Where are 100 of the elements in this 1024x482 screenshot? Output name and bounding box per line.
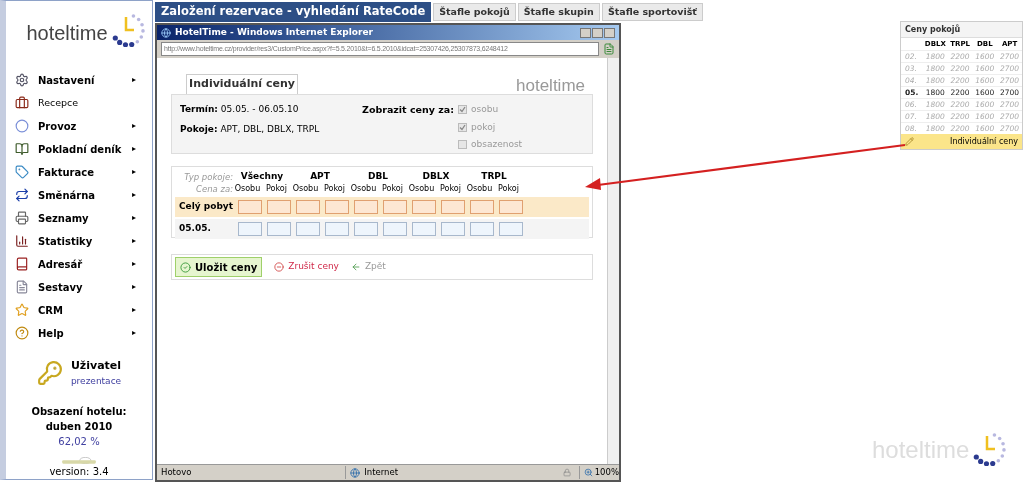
price-input[interactable] — [411, 222, 436, 236]
exchange-icon — [15, 188, 29, 202]
tab[interactable]: Štafle skupin — [517, 3, 600, 21]
menu-item[interactable]: Směnárna ▸ — [15, 186, 136, 204]
price-input[interactable] — [411, 200, 436, 214]
minimize-button[interactable] — [580, 27, 591, 38]
price-input[interactable] — [295, 222, 320, 236]
lock-icon — [562, 468, 571, 477]
help-icon — [15, 326, 29, 340]
section-tab[interactable]: Individuální ceny — [186, 74, 298, 94]
menu-item[interactable]: Nastavení ▸ — [15, 71, 136, 89]
tab[interactable]: Štafle pokojů — [433, 3, 516, 21]
checkbox-label: obsazenost — [471, 138, 523, 151]
price-input[interactable] — [266, 200, 291, 214]
price-input[interactable] — [469, 222, 494, 236]
occupancy-month: duben 2010 — [45, 420, 113, 434]
price-input[interactable] — [353, 222, 378, 236]
occupancy-title: Obsazení hotelu: — [31, 405, 127, 419]
cancel-button[interactable]: Zrušit ceny — [274, 260, 339, 274]
price-label: Cena za: — [195, 182, 233, 196]
price-input[interactable] — [237, 222, 262, 236]
book-icon — [15, 142, 29, 156]
zoom-icon — [583, 468, 593, 477]
price-input[interactable] — [498, 200, 523, 214]
menu-item[interactable]: Adresář ▸ — [15, 255, 136, 273]
ring-icon — [15, 119, 29, 133]
tag-icon — [15, 165, 29, 179]
document-icon — [15, 280, 29, 294]
maximize-button[interactable] — [592, 27, 603, 38]
minus-icon — [274, 262, 285, 272]
menu-item[interactable]: Statistiky ▸ — [15, 232, 136, 250]
price-input[interactable] — [382, 222, 407, 236]
individual-prices-button[interactable]: Individuální ceny — [901, 134, 1022, 149]
column-subheader: Osobu — [407, 183, 436, 195]
printer-icon — [15, 211, 29, 225]
globe-icon — [350, 467, 361, 478]
price-input[interactable] — [324, 222, 349, 236]
menu-item[interactable]: Fakturace ▸ — [15, 163, 136, 181]
close-button[interactable] — [604, 27, 615, 38]
price-input[interactable] — [353, 200, 378, 214]
price-input[interactable] — [295, 200, 320, 214]
menu-item[interactable]: CRM ▸ — [15, 301, 136, 319]
menu-item[interactable]: Help ▸ — [15, 324, 136, 342]
book-icon — [15, 257, 29, 271]
column-subheader: Pokoj — [265, 183, 288, 195]
price-input[interactable] — [324, 200, 349, 214]
rooms-text: Pokoje: APT, DBL, DBLX, TRPL — [180, 122, 321, 136]
row-label: Celý pobyt — [178, 200, 235, 214]
row-label: 05.05. — [178, 222, 212, 236]
gear-icon — [15, 73, 29, 87]
price-input[interactable] — [440, 222, 465, 236]
pencil-icon — [905, 137, 914, 146]
tab[interactable]: Štafle sportovišť — [601, 3, 703, 21]
price-input[interactable] — [498, 222, 523, 236]
tab[interactable]: Založení rezervace - vyhledání RateCode — [155, 2, 432, 22]
keys-icon — [36, 360, 63, 386]
price-input[interactable] — [440, 200, 465, 214]
version-text: version: 3.4 — [49, 465, 109, 479]
show-label: Zobrazit ceny za: — [362, 103, 455, 115]
browser-icon — [161, 27, 171, 38]
menu-item[interactable]: Provoz ▸ — [15, 117, 136, 135]
bar-chart-icon — [15, 234, 29, 248]
checkbox-label: osobu — [471, 103, 499, 116]
column-subheader: Pokoj — [323, 183, 346, 195]
logo-text: hoteltime — [516, 77, 585, 94]
column-subheader: Pokoj — [497, 183, 520, 195]
menu-item[interactable]: Pokladní deník ▸ — [15, 140, 136, 158]
save-button[interactable]: Uložit ceny — [175, 257, 263, 277]
column-header: Všechny — [239, 170, 285, 184]
column-subheader: Osobu — [233, 183, 262, 195]
scrollbar[interactable] — [607, 58, 619, 464]
column-subheader: Osobu — [465, 183, 494, 195]
briefcase-icon — [15, 96, 29, 110]
price-input[interactable] — [266, 222, 291, 236]
price-input[interactable] — [382, 200, 407, 214]
price-input[interactable] — [469, 200, 494, 214]
checkbox-label: pokoj — [471, 120, 496, 134]
star-icon — [15, 303, 29, 317]
occupancy-value: 62,02 % — [58, 435, 100, 449]
column-header: APT — [309, 170, 331, 184]
price-input[interactable] — [237, 200, 262, 214]
menu-item[interactable]: Sestavy ▸ — [15, 278, 136, 296]
column-subheader: Pokoj — [439, 183, 462, 195]
menu-item[interactable]: Recepce — [15, 94, 136, 112]
menu-item[interactable]: Seznamy ▸ — [15, 209, 136, 227]
column-subheader: Pokoj — [381, 183, 404, 195]
panel-title: Ceny pokojů — [901, 22, 1022, 38]
user-link[interactable]: prezentace — [70, 374, 122, 388]
type-label: Typ pokoje: — [183, 170, 233, 184]
term-text: Termín: 05.05. - 06.05.10 — [180, 103, 300, 116]
arrow-left-icon — [350, 262, 361, 272]
column-header: DBLX — [421, 170, 451, 184]
zoom-level[interactable]: 100% — [594, 466, 619, 479]
status-text: Hotovo — [160, 466, 193, 479]
logo-text: hoteltime — [26, 23, 108, 43]
zone-text: Internet — [364, 466, 399, 479]
page-icon[interactable] — [603, 43, 615, 55]
column-header: DBL — [366, 170, 390, 184]
user-label: Uživatel — [70, 358, 122, 374]
check-icon — [180, 261, 191, 273]
